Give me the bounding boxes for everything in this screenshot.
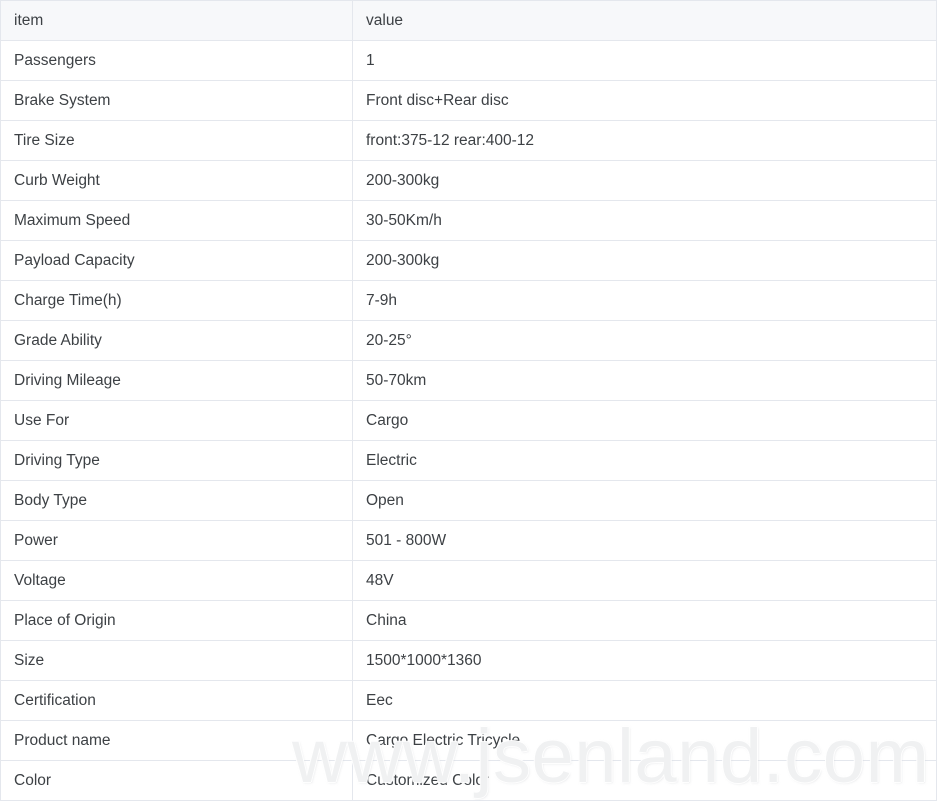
cell-item: Charge Time(h) (0, 280, 353, 321)
cell-item: Product name (0, 720, 353, 761)
table-row: Payload Capacity 200-300kg (0, 240, 937, 281)
table-row: Body Type Open (0, 480, 937, 521)
cell-item: Driving Type (0, 440, 353, 481)
table-row: Voltage 48V (0, 560, 937, 601)
cell-value: Cargo Electric Tricycle (352, 720, 937, 761)
table-row: Certification Eec (0, 680, 937, 721)
cell-item: Body Type (0, 480, 353, 521)
cell-value: China (352, 600, 937, 641)
table-row: Curb Weight 200-300kg (0, 160, 937, 201)
cell-value: 48V (352, 560, 937, 601)
table-row: Place of Origin China (0, 600, 937, 641)
cell-item: Payload Capacity (0, 240, 353, 281)
cell-item: Power (0, 520, 353, 561)
table-row: Maximum Speed 30-50Km/h (0, 200, 937, 241)
cell-item: Place of Origin (0, 600, 353, 641)
table-header-row: item value (0, 0, 937, 41)
table-row: Passengers 1 (0, 40, 937, 81)
table-row: Product name Cargo Electric Tricycle (0, 720, 937, 761)
cell-value: 1 (352, 40, 937, 81)
specification-table-container: item value Passengers 1 Brake System Front … (0, 0, 940, 801)
cell-item: Passengers (0, 40, 353, 81)
cell-value: front:375-12 rear:400-12 (352, 120, 937, 161)
table-header: item value (0, 0, 937, 41)
cell-item: Driving Mileage (0, 360, 353, 401)
cell-item: Curb Weight (0, 160, 353, 201)
specification-table: item value Passengers 1 Brake System Front … (0, 0, 937, 801)
table-row: Driving Type Electric (0, 440, 937, 481)
cell-value: 7-9h (352, 280, 937, 321)
cell-value: 200-300kg (352, 240, 937, 281)
cell-value: Front disc+Rear disc (352, 80, 937, 121)
table-row: Use For Cargo (0, 400, 937, 441)
table-body: Passengers 1 Brake System Front disc+Rear d… (0, 40, 937, 801)
table-row: Size 1500*1000*1360 (0, 640, 937, 681)
cell-item: Voltage (0, 560, 353, 601)
cell-item: Color (0, 760, 353, 801)
table-row: Charge Time(h) 7-9h (0, 280, 937, 321)
cell-value: Cargo (352, 400, 937, 441)
cell-item: Use For (0, 400, 353, 441)
cell-value: Electric (352, 440, 937, 481)
table-row: Power 501 - 800W (0, 520, 937, 561)
cell-value: 1500*1000*1360 (352, 640, 937, 681)
cell-value: 200-300kg (352, 160, 937, 201)
cell-value: Customized Color (352, 760, 937, 801)
cell-item: Size (0, 640, 353, 681)
cell-item: Maximum Speed (0, 200, 353, 241)
table-row: Grade Ability 20-25° (0, 320, 937, 361)
cell-item: Certification (0, 680, 353, 721)
cell-item: Tire Size (0, 120, 353, 161)
column-header-value: value (352, 0, 937, 41)
cell-value: Eec (352, 680, 937, 721)
table-row: Driving Mileage 50-70km (0, 360, 937, 401)
cell-value: Open (352, 480, 937, 521)
table-row: Brake System Front disc+Rear disc (0, 80, 937, 121)
cell-item: Grade Ability (0, 320, 353, 361)
cell-value: 501 - 800W (352, 520, 937, 561)
cell-value: 20-25° (352, 320, 937, 361)
table-row: Tire Size front:375-12 rear:400-12 (0, 120, 937, 161)
column-header-item: item (0, 0, 353, 41)
cell-item: Brake System (0, 80, 353, 121)
cell-value: 30-50Km/h (352, 200, 937, 241)
table-row: Color Customized Color (0, 760, 937, 801)
cell-value: 50-70km (352, 360, 937, 401)
